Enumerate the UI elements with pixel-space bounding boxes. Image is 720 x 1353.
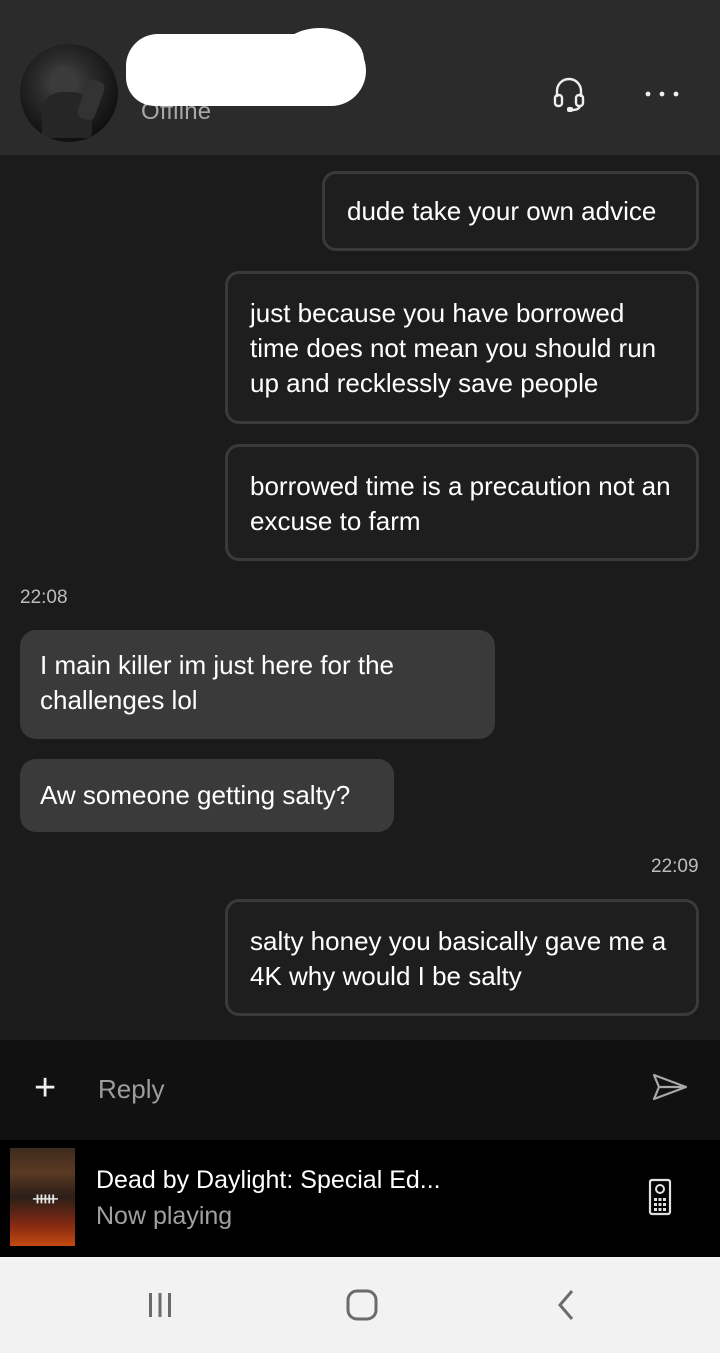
headset-icon[interactable] <box>547 72 591 116</box>
now-playing-status: Now playing <box>96 1202 233 1230</box>
now-playing-bar[interactable] <box>0 1140 720 1257</box>
recent-apps-icon[interactable] <box>140 1283 180 1327</box>
avatar[interactable] <box>20 44 118 142</box>
add-attachment-icon[interactable]: + <box>34 1069 56 1107</box>
message-bubble-outgoing[interactable]: salty honey you basically gave me a 4K w… <box>225 899 699 1016</box>
message-text: just because you have borrowed time does… <box>250 298 657 398</box>
game-cover-art: ᚔ <box>10 1148 75 1246</box>
avatar-figure-arm <box>75 78 107 122</box>
back-icon[interactable] <box>548 1283 584 1327</box>
message-bubble-outgoing[interactable]: dude take your own advice <box>322 171 699 251</box>
message-bubble-incoming[interactable]: I main killer im just here for the chall… <box>20 630 495 739</box>
message-text: I main killer im just here for the chall… <box>40 650 395 715</box>
contact-name-redaction <box>126 28 366 106</box>
message-timestamp: 22:08 <box>20 587 68 608</box>
message-text: dude take your own advice <box>347 196 657 226</box>
message-timestamp: 22:09 <box>651 856 699 877</box>
message-bubble-outgoing[interactable]: just because you have borrowed time does… <box>225 271 699 424</box>
reply-input[interactable]: Reply <box>98 1074 164 1105</box>
home-icon[interactable] <box>340 1283 384 1327</box>
remote-icon[interactable] <box>648 1178 672 1221</box>
message-bubble-outgoing[interactable]: borrowed time is a precaution not an exc… <box>225 444 699 561</box>
send-icon[interactable] <box>652 1072 688 1107</box>
more-icon[interactable] <box>640 72 684 116</box>
game-logo-icon: ᚔ <box>33 1188 58 1209</box>
message-text: Aw someone getting salty? <box>40 780 351 810</box>
message-text: salty honey you basically gave me a 4K w… <box>250 926 667 991</box>
now-playing-title: Dead by Daylight: Special Ed... <box>96 1166 441 1194</box>
message-text: borrowed time is a precaution not an exc… <box>250 471 671 536</box>
message-bubble-incoming[interactable]: Aw someone getting salty? <box>20 759 394 832</box>
